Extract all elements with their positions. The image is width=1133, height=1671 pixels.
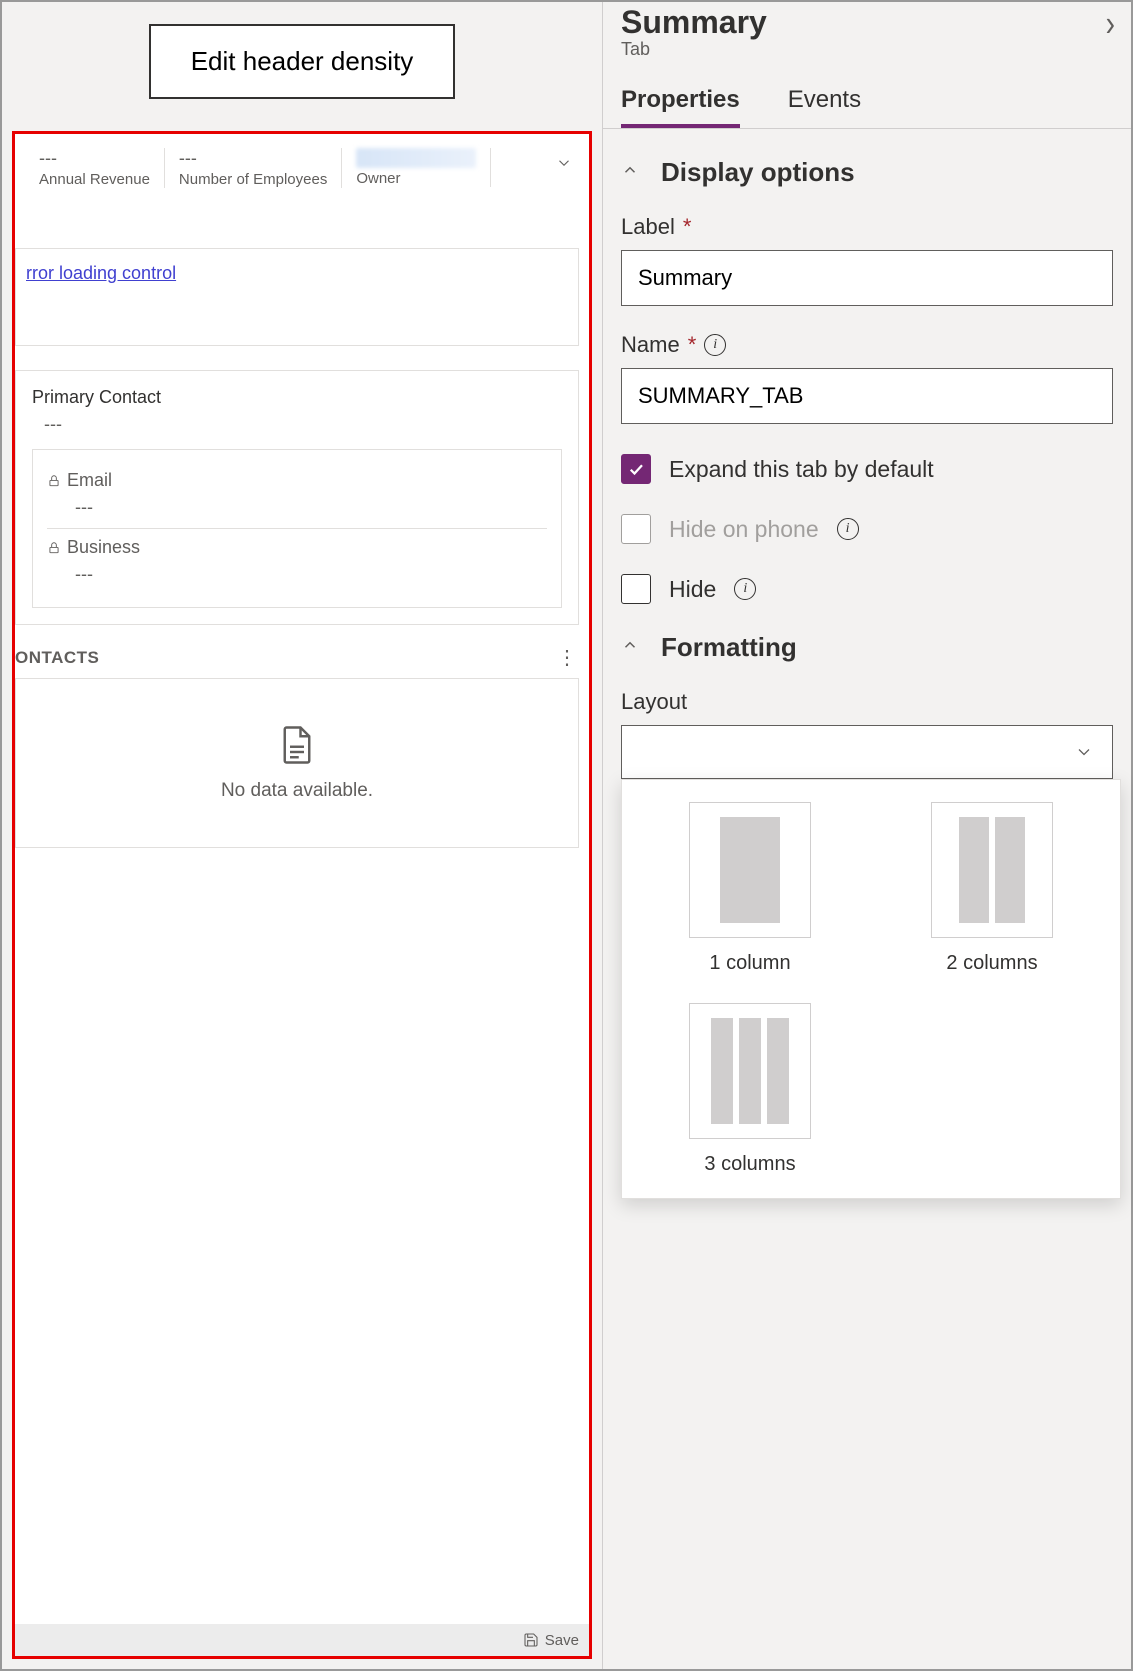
label-field-label: Label [621, 214, 675, 240]
business-label: Business [67, 537, 140, 558]
hide-row[interactable]: Hide i [621, 574, 1113, 604]
num-employees-label: Number of Employees [179, 171, 327, 188]
layout-2-label: 2 columns [946, 952, 1037, 975]
primary-contact-label: Primary Contact [32, 387, 562, 408]
layout-option-2-columns[interactable]: 2 columns [886, 802, 1098, 975]
email-label: Email [67, 470, 112, 491]
layout-option-1-column[interactable]: 1 column [644, 802, 856, 975]
chevron-up-icon [621, 161, 643, 185]
annual-revenue-label: Annual Revenue [39, 171, 150, 188]
no-data-text: No data available. [221, 780, 373, 802]
lock-icon [47, 474, 61, 488]
label-input[interactable] [621, 250, 1113, 306]
label-field: Label * [621, 214, 1113, 306]
control-error-box: rror loading control [15, 248, 579, 346]
layout-3-label: 3 columns [704, 1153, 795, 1176]
hide-on-phone-row: Hide on phone i [621, 514, 1113, 544]
annual-revenue-value: --- [39, 148, 150, 169]
tab-properties[interactable]: Properties [621, 86, 740, 128]
primary-contact-card[interactable]: Primary Contact --- Email --- Business [15, 370, 579, 625]
layout-label: Layout [621, 689, 687, 715]
display-options-title: Display options [661, 157, 855, 188]
contacts-section-header: ONTACTS ⋮ [15, 625, 589, 678]
num-employees-value: --- [179, 148, 327, 169]
edit-header-density-button[interactable]: Edit header density [149, 24, 456, 99]
expand-default-checkbox[interactable] [621, 454, 651, 484]
properties-panel: Summary Tab › Properties Events Display … [602, 2, 1131, 1669]
layout-field: Layout 1 column [621, 689, 1113, 779]
error-loading-control-link[interactable]: rror loading control [26, 263, 176, 283]
contacts-more-menu[interactable]: ⋮ [555, 645, 579, 670]
display-options-section: Display options Label * Name * i [603, 129, 1131, 604]
required-indicator: * [683, 214, 692, 240]
panel-subtitle: Tab [621, 39, 1113, 60]
expand-default-label: Expand this tab by default [669, 456, 934, 483]
chevron-down-icon [555, 154, 573, 172]
expand-default-row[interactable]: Expand this tab by default [621, 454, 1113, 484]
email-row[interactable]: Email --- [47, 462, 547, 529]
contact-details-card: Email --- Business --- [32, 449, 562, 608]
formatting-section: Formatting Layout 1 column [603, 604, 1131, 779]
form-canvas-pane: Edit header density --- Annual Revenue -… [2, 2, 602, 1669]
name-input[interactable] [621, 368, 1113, 424]
chevron-up-icon [621, 636, 643, 660]
layout-thumb-3 [689, 1003, 811, 1139]
business-value: --- [75, 564, 547, 585]
status-bar: Save [15, 1624, 589, 1656]
owner-label: Owner [356, 170, 476, 187]
save-icon [523, 1632, 539, 1648]
header-field-owner[interactable]: Owner [342, 148, 491, 187]
display-options-header[interactable]: Display options [621, 157, 1113, 188]
layout-dropdown[interactable] [621, 725, 1113, 779]
hide-checkbox[interactable] [621, 574, 651, 604]
header-fields: --- Annual Revenue --- Number of Employe… [15, 134, 589, 198]
layout-option-3-columns[interactable]: 3 columns [644, 1003, 856, 1176]
panel-header: Summary Tab › [603, 2, 1131, 60]
info-icon[interactable]: i [734, 578, 756, 600]
layout-options-popup: 1 column 2 columns 3 columns [621, 779, 1121, 1199]
panel-expand-caret[interactable]: › [1106, 3, 1115, 45]
tab-events[interactable]: Events [788, 86, 861, 128]
header-field-annual-revenue[interactable]: --- Annual Revenue [25, 148, 165, 188]
business-row[interactable]: Business --- [47, 529, 547, 595]
email-value: --- [75, 497, 547, 518]
panel-title: Summary [621, 4, 1113, 41]
check-icon [627, 460, 645, 478]
chevron-down-icon [1074, 742, 1094, 762]
layout-thumb-2 [931, 802, 1053, 938]
hide-on-phone-checkbox [621, 514, 651, 544]
layout-1-label: 1 column [709, 952, 790, 975]
form-preview: --- Annual Revenue --- Number of Employe… [12, 131, 592, 1659]
document-icon [276, 724, 318, 766]
layout-thumb-1 [689, 802, 811, 938]
formatting-header[interactable]: Formatting [621, 632, 1113, 663]
name-field-label: Name [621, 332, 680, 358]
hide-on-phone-label: Hide on phone [669, 516, 819, 543]
info-icon[interactable]: i [704, 334, 726, 356]
info-icon[interactable]: i [837, 518, 859, 540]
name-field: Name * i [621, 332, 1113, 424]
header-field-num-employees[interactable]: --- Number of Employees [165, 148, 342, 188]
owner-value-redacted [356, 148, 476, 168]
required-indicator: * [688, 332, 697, 358]
save-label[interactable]: Save [545, 1632, 579, 1649]
contacts-title: ONTACTS [15, 648, 99, 668]
hide-label: Hide [669, 576, 716, 603]
formatting-title: Formatting [661, 632, 797, 663]
lock-icon [47, 541, 61, 555]
primary-contact-value: --- [44, 414, 562, 435]
header-expand-chevron[interactable] [549, 148, 579, 178]
panel-tabs: Properties Events [603, 60, 1131, 129]
contacts-empty-body: No data available. [15, 678, 579, 848]
